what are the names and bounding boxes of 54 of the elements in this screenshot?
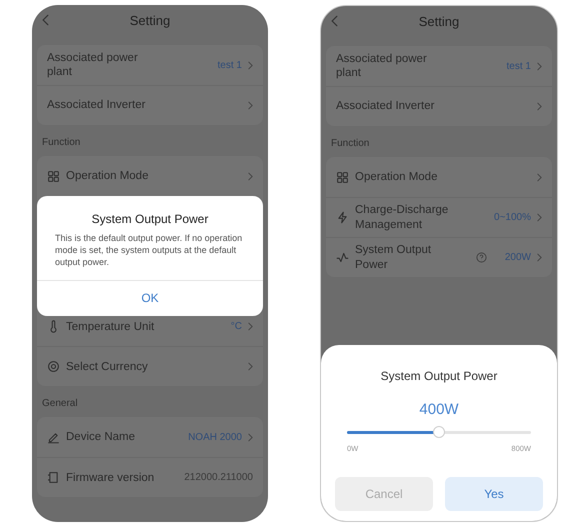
slider-value: 400W — [418, 401, 460, 418]
grid-icon — [336, 170, 349, 184]
chevron-icon[interactable] — [537, 62, 542, 70]
row-value: NOAH 2000 — [188, 432, 242, 443]
row-label[interactable]: Temperature Unit — [66, 320, 154, 334]
row-value: 0~100% — [494, 212, 531, 223]
section-label: General — [41, 397, 79, 412]
pulse-icon — [336, 251, 349, 264]
chevron-icon[interactable] — [248, 172, 253, 180]
section-label: Function — [330, 137, 370, 151]
dialog-title: System Output Power — [92, 212, 208, 226]
row-value: °C — [230, 321, 242, 332]
grid-icon — [47, 170, 60, 182]
row-label[interactable]: Select Currency — [66, 360, 148, 374]
chevron-icon[interactable] — [248, 362, 253, 372]
row-label[interactable]: Operation Mode — [355, 170, 438, 184]
row-value: test 1 — [506, 60, 531, 72]
document-icon — [47, 471, 60, 484]
chevron-icon[interactable] — [537, 253, 542, 262]
chevron-icon[interactable] — [537, 102, 542, 111]
confirm-button[interactable]: Yes — [445, 477, 543, 511]
section-label: Function — [41, 136, 82, 150]
sheet-title: System Output Power — [380, 369, 498, 383]
chevron-icon[interactable] — [248, 60, 253, 70]
target-icon — [47, 360, 60, 374]
row-label[interactable]: Device Name — [66, 430, 136, 445]
chevron-icon[interactable] — [248, 432, 253, 442]
lightning-icon — [336, 211, 349, 224]
row-label[interactable]: Operation Mode — [66, 168, 148, 184]
dialog-message: This is the default output power. If no operation mode is set, the system outputs at the default output power. — [54, 232, 244, 268]
chevron-icon[interactable] — [248, 101, 253, 110]
row-label[interactable]: Associated Inverter — [336, 99, 434, 114]
row-label[interactable]: Firmware version — [66, 470, 154, 486]
chevron-icon[interactable] — [248, 322, 253, 332]
row-label[interactable]: Associated power plant — [336, 52, 448, 80]
screen-title: Setting — [130, 12, 170, 28]
help-icon[interactable] — [476, 252, 487, 263]
row-value: test 1 — [218, 60, 242, 70]
row-label[interactable]: Associated power plant — [47, 50, 159, 80]
chevron-icon[interactable] — [537, 213, 542, 222]
screen-title: Setting — [418, 14, 460, 28]
row-value: 212000.211000 — [184, 472, 253, 484]
slider-track[interactable] — [347, 426, 531, 438]
ok-button[interactable]: OK — [37, 280, 263, 316]
cancel-button[interactable]: Cancel — [335, 477, 433, 511]
back-icon[interactable] — [331, 15, 338, 27]
row-label[interactable]: Associated Inverter — [47, 98, 146, 113]
chevron-icon[interactable] — [537, 172, 542, 182]
back-icon[interactable] — [42, 14, 49, 26]
pen-icon — [47, 430, 60, 444]
row-value: 200W — [504, 252, 531, 263]
row-label[interactable]: System Output Power — [355, 243, 464, 272]
row-label[interactable]: Charge-Discharge Management — [355, 203, 467, 232]
slider-thumb[interactable] — [433, 426, 445, 438]
